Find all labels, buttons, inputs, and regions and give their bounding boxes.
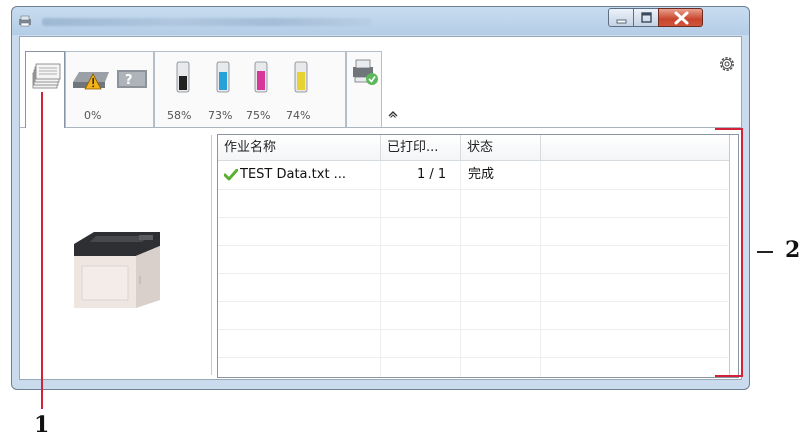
completed-check-icon xyxy=(224,169,238,181)
callout-dash-2 xyxy=(757,251,773,253)
svg-text:?: ? xyxy=(125,73,133,88)
warning-percent: 0% xyxy=(84,109,102,122)
printed-count-cell: 1 / 1 xyxy=(417,167,447,182)
callout-label-2: 2 xyxy=(785,237,801,263)
printer-image xyxy=(74,232,160,308)
row-divider xyxy=(218,301,728,302)
row-divider xyxy=(218,357,728,358)
row-divider xyxy=(218,217,728,218)
printer-app-icon xyxy=(19,15,31,27)
callout-bracket-2 xyxy=(715,128,743,377)
job-table-body: 作业名称 已打印... 状态 TEST Data.txt ... 1 / 1 完… xyxy=(218,135,730,377)
tab-job-list[interactable] xyxy=(25,51,65,128)
toner-magenta-percent: 75% xyxy=(246,109,271,122)
row-divider xyxy=(218,245,728,246)
toner-yellow-icon xyxy=(294,61,308,93)
warning-status-icon: ? xyxy=(73,70,147,90)
column-divider xyxy=(540,161,541,377)
toner-black-icon xyxy=(176,61,190,93)
callout-line-1 xyxy=(41,92,43,409)
maximize-button[interactable] xyxy=(633,8,659,27)
close-button[interactable] xyxy=(658,8,703,27)
row-divider xyxy=(218,273,728,274)
tab-warning[interactable]: ? 0% xyxy=(65,51,154,127)
row-divider xyxy=(218,329,728,330)
status-cell: 完成 xyxy=(468,167,495,182)
callout-label-1: 1 xyxy=(34,412,50,438)
minimize-button[interactable] xyxy=(608,8,634,27)
toner-cyan-percent: 73% xyxy=(208,109,233,122)
row-divider xyxy=(218,189,728,190)
column-header-empty xyxy=(541,135,729,161)
tab-toner-levels[interactable]: 58% 73% 75% 74% xyxy=(154,51,346,127)
maximize-icon xyxy=(641,12,652,23)
column-divider xyxy=(380,161,381,377)
title-bar[interactable] xyxy=(12,7,749,35)
minimize-icon xyxy=(616,19,627,24)
device-ok-icon xyxy=(353,59,378,85)
toner-magenta-icon xyxy=(254,61,268,93)
status-monitor-window: ? 0% 58% 73% 75% 74% 作业名称 已打印... 状态 TEST… xyxy=(11,6,750,390)
status-toolbar: ? 0% 58% 73% 75% 74% xyxy=(20,37,741,128)
pane-divider[interactable] xyxy=(211,135,212,375)
client-area: ? 0% 58% 73% 75% 74% 作业名称 已打印... 状态 TEST… xyxy=(19,36,742,380)
toner-black-percent: 58% xyxy=(167,109,192,122)
job-name-cell: TEST Data.txt ... xyxy=(240,167,347,182)
tab-device-status[interactable] xyxy=(346,51,382,127)
toner-cartridges xyxy=(176,61,308,93)
column-header-job-name[interactable]: 作业名称 xyxy=(218,135,381,161)
collapse-chevron-icon[interactable] xyxy=(387,109,399,119)
column-header-printed[interactable]: 已打印... xyxy=(381,135,461,161)
toner-cyan-icon xyxy=(216,61,230,93)
toner-yellow-percent: 74% xyxy=(286,109,311,122)
window-title-blurred xyxy=(42,18,372,26)
job-table: 作业名称 已打印... 状态 TEST Data.txt ... 1 / 1 完… xyxy=(217,134,739,378)
column-header-status[interactable]: 状态 xyxy=(461,135,541,161)
document-stack-icon xyxy=(32,63,61,89)
column-divider xyxy=(460,161,461,377)
close-icon xyxy=(674,11,689,25)
settings-gear-icon[interactable] xyxy=(718,55,736,73)
